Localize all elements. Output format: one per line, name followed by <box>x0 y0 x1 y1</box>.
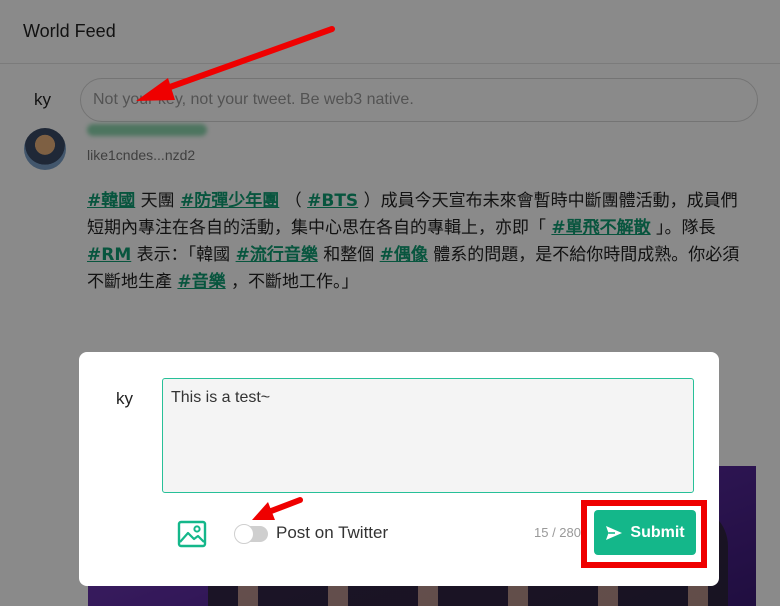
modal-avatar: ky <box>116 389 133 408</box>
image-icon[interactable] <box>177 520 207 548</box>
post-on-twitter-toggle[interactable] <box>234 524 268 544</box>
character-count: 15 / 280 <box>534 525 581 540</box>
post-on-twitter-label: Post on Twitter <box>276 523 389 542</box>
tweet-textarea[interactable] <box>162 378 694 493</box>
annotation-highlight-box <box>581 500 707 568</box>
toggle-knob <box>234 524 254 544</box>
